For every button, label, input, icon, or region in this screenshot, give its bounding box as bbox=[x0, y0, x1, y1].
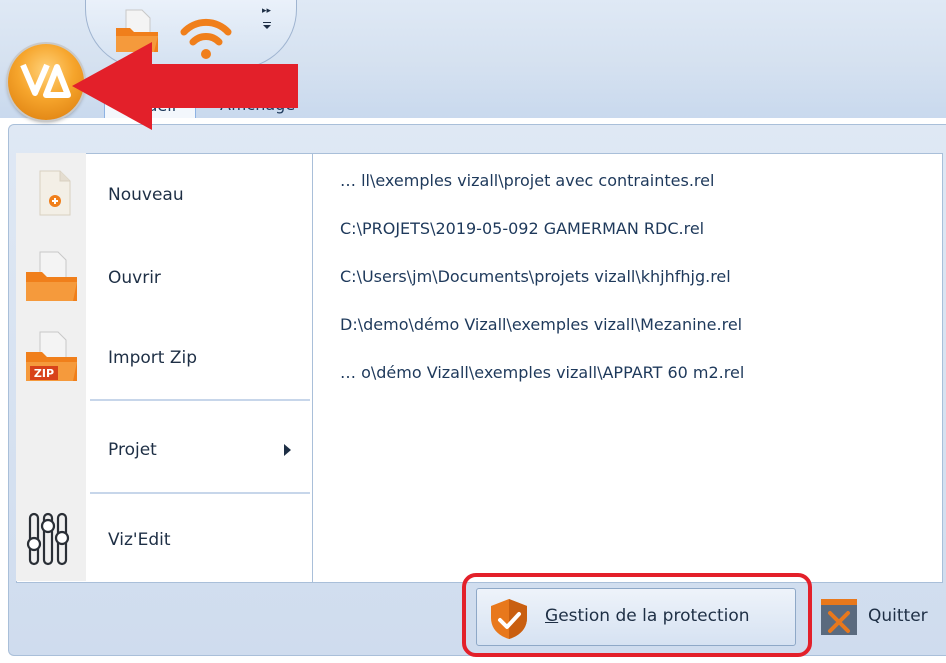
more-icon: ▸▸ bbox=[262, 6, 272, 16]
annotation-highlight-box bbox=[462, 573, 812, 657]
zip-folder-icon: ZIP bbox=[26, 331, 77, 381]
submenu-arrow-icon bbox=[284, 444, 291, 456]
menu-label-nouveau: Nouveau bbox=[108, 185, 184, 205]
menu-label-ouvrir: Ouvrir bbox=[108, 268, 161, 288]
recent-file-item[interactable]: … ll\exemples vizall\projet avec contrai… bbox=[340, 171, 714, 190]
new-document-icon bbox=[39, 170, 71, 216]
menu-item-projet[interactable]: Projet bbox=[16, 410, 311, 490]
sliders-icon bbox=[26, 512, 70, 566]
menu-label-import-zip: Import Zip bbox=[108, 348, 197, 368]
recent-file-item[interactable]: D:\demo\démo Vizall\exemples vizall\Meza… bbox=[340, 315, 742, 334]
recent-file-item[interactable]: C:\Users\jm\Documents\projets vizall\khj… bbox=[340, 267, 731, 286]
open-folder-icon bbox=[26, 251, 77, 301]
menu-item-nouveau[interactable]: Nouveau bbox=[16, 155, 311, 235]
recent-file-item[interactable]: … o\démo Vizall\exemples vizall\APPART 6… bbox=[340, 363, 744, 382]
menu-label-vizedit: Viz'Edit bbox=[108, 530, 171, 550]
annotation-arrow-icon bbox=[72, 42, 298, 130]
customize-toolbar-button[interactable]: ▸▸ bbox=[262, 6, 271, 29]
menu-separator bbox=[90, 399, 310, 402]
quit-label: Quitter bbox=[868, 606, 928, 626]
menu-label-projet: Projet bbox=[108, 440, 157, 460]
close-icon bbox=[821, 599, 857, 635]
menu-item-import-zip[interactable]: ZIP Import Zip bbox=[16, 318, 311, 398]
recent-file-item[interactable]: C:\PROJETS\2019-05-092 GAMERMAN RDC.rel bbox=[340, 219, 704, 238]
menu-item-vizedit[interactable]: Viz'Edit bbox=[16, 500, 311, 580]
dropdown-bar-icon bbox=[263, 22, 271, 23]
svg-text:ZIP: ZIP bbox=[34, 367, 54, 380]
menu-separator bbox=[90, 492, 310, 495]
chevron-down-icon bbox=[263, 25, 271, 29]
menu-item-ouvrir[interactable]: Ouvrir bbox=[16, 238, 311, 318]
